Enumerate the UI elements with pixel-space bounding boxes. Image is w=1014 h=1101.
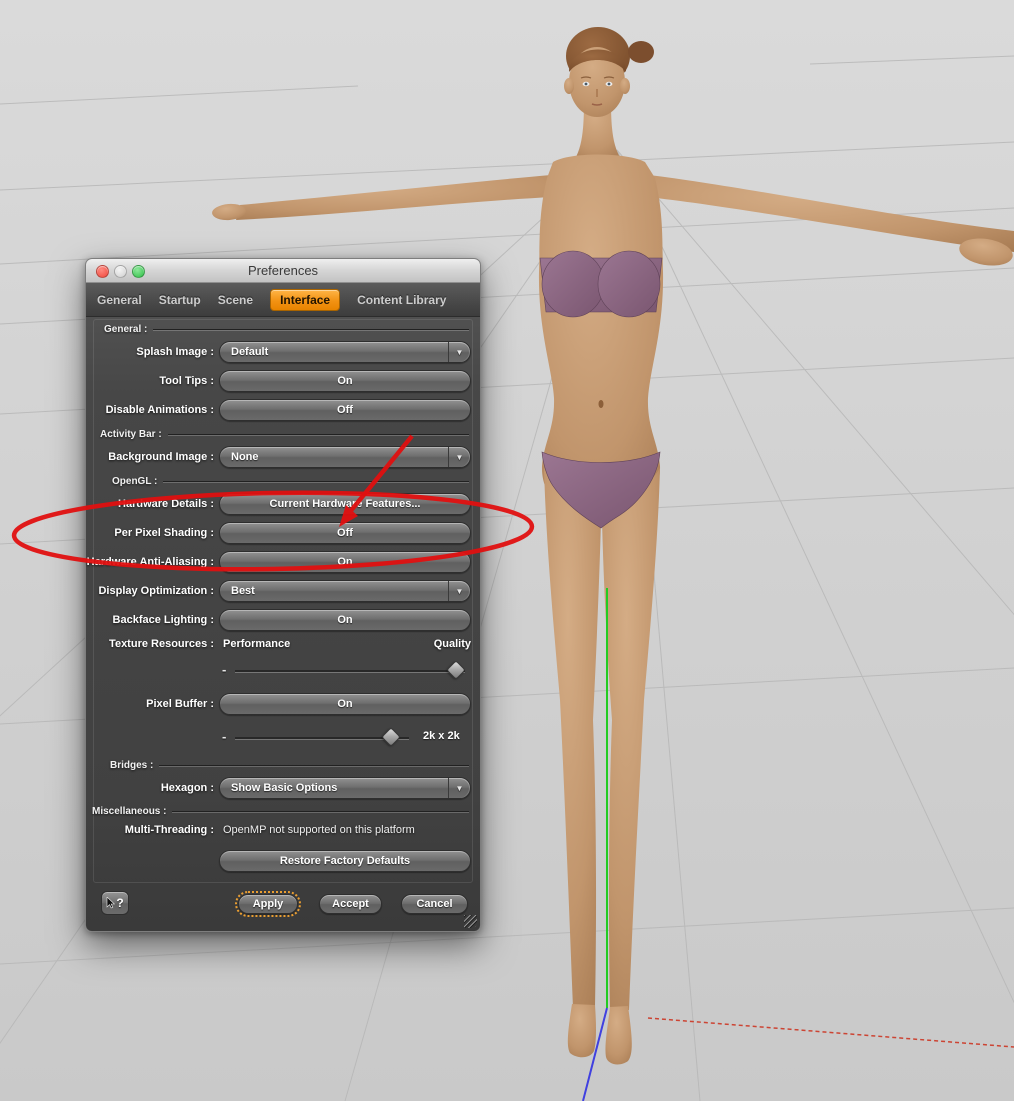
window-title: Preferences [247,263,319,278]
figure-bra [539,250,663,318]
multi-threading-label: Multi-Threading : [124,824,214,836]
backface-lighting-label: Backface Lighting : [112,614,214,626]
resize-grip-icon[interactable] [464,915,477,928]
hardware-anti-aliasing-toggle[interactable]: On [219,551,471,573]
pixel-buffer-toggle[interactable]: On [219,693,471,715]
tool-tips-label: Tool Tips : [159,375,214,387]
splash-image-label: Splash Image : [136,346,214,358]
tab-bar: General Startup Scene Interface Content … [86,283,480,317]
chevron-down-icon: ▼ [448,447,470,467]
tab-general[interactable]: General [97,290,142,310]
field-splash-image: Splash Image : Default ▼ [86,341,482,363]
hexagon-dropdown[interactable]: Show Basic Options ▼ [219,777,471,799]
figure-right-arm [647,175,1014,252]
current-hardware-features-button[interactable]: Current Hardware Features... [219,493,471,515]
field-pixel-buffer: Pixel Buffer : On [86,693,482,715]
pixel-buffer-label: Pixel Buffer : [146,698,214,710]
texture-resources-label: Texture Resources : [109,638,214,650]
tab-content-library[interactable]: Content Library [357,290,446,310]
x-axis-line [647,1017,1014,1048]
field-hardware-anti-aliasing: Hardware Anti-Aliasing : On [86,551,482,573]
window-titlebar[interactable]: Preferences [86,259,480,283]
preferences-window: Preferences General Startup Scene Interf… [85,258,481,932]
restore-factory-defaults-button[interactable]: Restore Factory Defaults [219,850,471,872]
quality-label: Quality [433,638,471,650]
per-pixel-shading-toggle[interactable]: Off [219,522,471,544]
disable-animations-toggle[interactable]: Off [219,399,471,421]
backface-lighting-toggle[interactable]: On [219,609,471,631]
pixel-buffer-size-slider[interactable]: - 2k x 2k [219,726,471,750]
performance-label: Performance [223,638,291,650]
chevron-down-icon: ▼ [448,778,470,798]
field-multi-threading: Multi-Threading : OpenMP not supported o… [86,823,482,837]
hardware-anti-aliasing-label: Hardware Anti-Aliasing : [86,556,214,568]
section-general: General : [104,323,469,335]
axis-lines [582,588,1014,1101]
dropdown-value: Default [231,346,269,358]
accept-button[interactable]: Accept [319,894,382,914]
figure-right-leg [602,468,660,1010]
dropdown-value: Show Basic Options [231,782,338,794]
display-optimization-label: Display Optimization : [98,585,214,597]
display-optimization-dropdown[interactable]: Best ▼ [219,580,471,602]
section-opengl: OpenGL : [112,475,469,487]
chevron-down-icon: ▼ [448,342,470,362]
splash-image-dropdown[interactable]: Default ▼ [219,341,471,363]
multi-threading-value: OpenMP not supported on this platform [223,824,415,836]
tool-tips-toggle[interactable]: On [219,370,471,392]
field-background-image: Background Image : None ▼ [86,446,482,468]
figure-left-arm [236,175,553,220]
field-texture-resources: Texture Resources : Performance Quality [86,637,482,651]
cancel-button[interactable]: Cancel [401,894,468,914]
tab-scene[interactable]: Scene [218,290,253,310]
field-disable-animations: Disable Animations : Off [86,399,482,421]
slider-min-mark: - [222,729,227,744]
background-image-dropdown[interactable]: None ▼ [219,446,471,468]
pixel-buffer-size-value: 2k x 2k [423,730,460,742]
tab-interface[interactable]: Interface [270,288,341,311]
slider-min-mark: - [222,662,227,677]
field-backface-lighting: Backface Lighting : On [86,609,482,631]
slider-track[interactable] [235,670,465,672]
tab-startup[interactable]: Startup [159,290,201,310]
section-bridges: Bridges : [110,759,469,771]
section-activity-bar: Activity Bar : [100,428,469,440]
whats-this-button[interactable]: ? [101,891,129,915]
cursor-arrow-icon [107,897,116,909]
texture-resources-slider[interactable]: - [219,659,471,683]
chevron-down-icon: ▼ [448,581,470,601]
field-hardware-details: Hardware Details : Current Hardware Feat… [86,493,482,515]
per-pixel-shading-label: Per Pixel Shading : [114,527,214,539]
dropdown-value: Best [231,585,255,597]
background-image-label: Background Image : [108,451,214,463]
hardware-details-label: Hardware Details : [118,498,214,510]
dropdown-value: None [231,451,259,463]
field-per-pixel-shading: Per Pixel Shading : Off [86,522,482,544]
apply-button[interactable]: Apply [235,891,301,917]
field-hexagon: Hexagon : Show Basic Options ▼ [86,777,482,799]
field-display-optimization: Display Optimization : Best ▼ [86,580,482,602]
hexagon-label: Hexagon : [160,782,214,794]
section-miscellaneous: Miscellaneous : [92,805,469,817]
disable-animations-label: Disable Animations : [105,404,214,416]
field-tool-tips: Tool Tips : On [86,370,482,392]
slider-handle[interactable] [381,727,401,747]
slider-handle[interactable] [446,660,466,680]
figure-left-leg [544,468,601,1008]
